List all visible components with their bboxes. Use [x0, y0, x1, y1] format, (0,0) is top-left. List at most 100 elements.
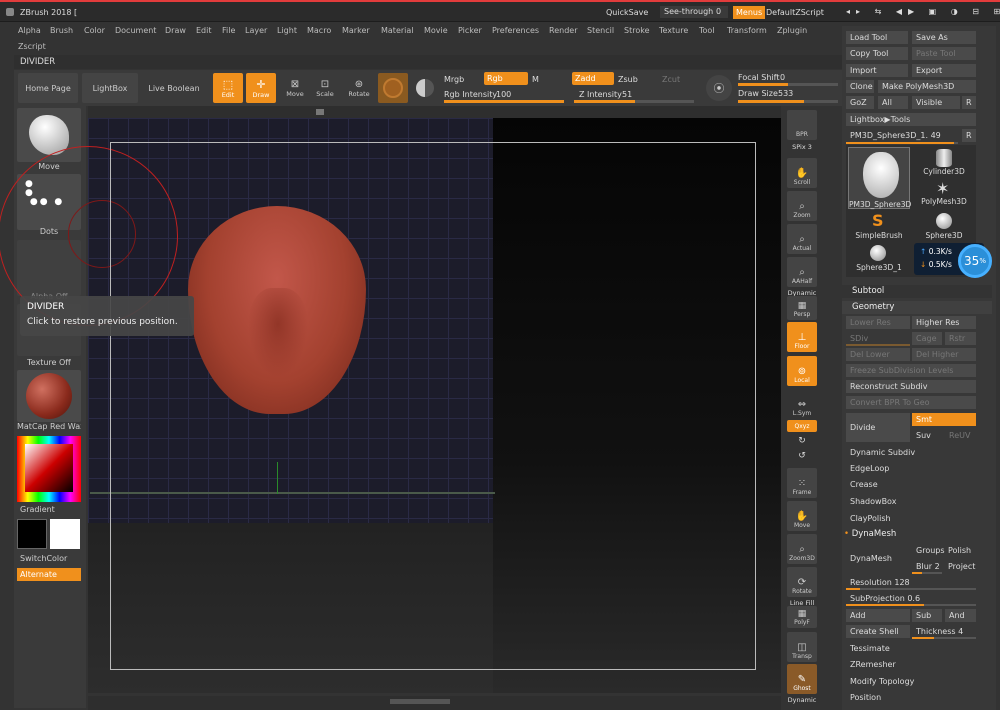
menu-light[interactable]: Light — [277, 26, 297, 35]
zadd-button[interactable]: Zadd — [572, 72, 614, 85]
quicksave-button[interactable]: QuickSave — [606, 8, 648, 17]
thickness-slider-track[interactable] — [912, 637, 976, 639]
suv-toggle[interactable]: Suv — [912, 429, 942, 442]
add-button[interactable]: Add — [846, 609, 910, 622]
goz-r-button[interactable]: R — [962, 96, 976, 109]
resolution-slider-track[interactable] — [846, 588, 976, 590]
lsym-button[interactable]: ⇔ L.Sym — [787, 389, 817, 419]
menu-marker[interactable]: Marker — [342, 26, 370, 35]
move-view-button[interactable]: ✋ Move — [787, 501, 817, 531]
menu-tool[interactable]: Tool — [699, 26, 715, 35]
secondary-color-swatch[interactable] — [50, 519, 80, 549]
polish-toggle[interactable]: Polish — [944, 544, 976, 557]
menu-brush[interactable]: Brush — [50, 26, 73, 35]
groups-toggle[interactable]: Groups — [912, 544, 946, 557]
menu-file[interactable]: File — [222, 26, 235, 35]
thumb-simplebrush[interactable]: S SimpleBrush — [848, 211, 910, 241]
bottom-divider-handle[interactable] — [390, 699, 450, 704]
primary-color-swatch[interactable] — [17, 519, 47, 549]
persp-button[interactable]: ▦ Persp — [787, 296, 817, 320]
sdiv-slider-track[interactable] — [846, 344, 910, 346]
floor-button[interactable]: ⊥ Floor — [787, 322, 817, 352]
claypolish-header[interactable]: ClayPolish — [846, 512, 976, 525]
frame-button[interactable]: ⁙ Frame — [787, 468, 817, 498]
home-page-button[interactable]: Home Page — [18, 73, 78, 103]
menus-toggle[interactable]: Menus — [733, 6, 766, 19]
rgb-intensity-slider[interactable] — [444, 100, 564, 103]
lazy-mouse-button[interactable]: ⦿ — [706, 75, 732, 101]
zsub-button[interactable]: Zsub — [618, 75, 638, 84]
cage-button[interactable]: Cage — [912, 332, 942, 345]
lightbox-button[interactable]: LightBox — [82, 73, 138, 103]
position-header[interactable]: Position — [846, 691, 976, 704]
save-as-button[interactable]: Save As — [912, 31, 976, 44]
reconstruct-subdiv-button[interactable]: Reconstruct Subdiv — [846, 380, 976, 393]
reuv-button[interactable]: ReUV — [945, 429, 976, 442]
dynamesh-button[interactable]: DynaMesh — [846, 544, 910, 573]
scroll-button[interactable]: ✋ Scroll — [787, 158, 817, 188]
z-intensity-slider[interactable] — [574, 100, 694, 103]
load-tool-button[interactable]: Load Tool — [846, 31, 908, 44]
transp-button[interactable]: ◫ Transp — [787, 632, 817, 662]
sub-button[interactable]: Sub — [912, 609, 942, 622]
blur-slider-track[interactable] — [912, 572, 942, 574]
polyf-button[interactable]: ▦ PolyF — [787, 606, 817, 628]
clone-button[interactable]: Clone — [846, 80, 874, 93]
default-zscript-button[interactable]: DefaultZScript — [766, 8, 824, 17]
subtool-header[interactable]: Subtool — [842, 285, 992, 298]
edgeloop-header[interactable]: EdgeLoop — [846, 462, 976, 475]
seethrough-slider[interactable]: See-through 0 — [660, 6, 728, 18]
goz-button[interactable]: GoZ — [846, 96, 874, 109]
menu-movie[interactable]: Movie — [424, 26, 448, 35]
freeze-subdivision-button[interactable]: Freeze SubDivision Levels — [846, 364, 976, 377]
menu-macro[interactable]: Macro — [307, 26, 331, 35]
edit-button[interactable]: ⬚ Edit — [213, 73, 243, 103]
local-button[interactable]: ⊚ Local — [787, 356, 817, 386]
rgb-button[interactable]: Rgb — [484, 72, 528, 85]
lightbox-tools-button[interactable]: Lightbox▶Tools — [846, 113, 976, 126]
current-tool-slider[interactable]: PM3D_Sphere3D_1. 49 — [846, 129, 958, 142]
menu-material[interactable]: Material — [381, 26, 414, 35]
menu-draw[interactable]: Draw — [165, 26, 186, 35]
menu-texture[interactable]: Texture — [659, 26, 688, 35]
smt-toggle[interactable]: Smt — [912, 413, 976, 426]
menu-layer[interactable]: Layer — [245, 26, 267, 35]
live-boolean-button[interactable]: Live Boolean — [144, 73, 204, 103]
menu-stencil[interactable]: Stencil — [587, 26, 614, 35]
make-polymesh-button[interactable]: Make PolyMesh3D — [878, 80, 976, 93]
color-square[interactable] — [25, 444, 73, 492]
zcut-button[interactable]: Zcut — [662, 75, 680, 84]
menu-render[interactable]: Render — [549, 26, 577, 35]
thumb-pm3d-sphere[interactable]: PM3D_Sphere3D — [848, 147, 911, 209]
menu-alpha[interactable]: Alpha — [18, 26, 41, 35]
actual-button[interactable]: ⌕ Actual — [787, 224, 817, 254]
alternate-button[interactable]: Alternate — [17, 568, 81, 581]
paste-tool-button[interactable]: Paste Tool — [912, 47, 976, 60]
bpr-button[interactable]: BPR — [787, 110, 817, 140]
current-tool-r-button[interactable]: R — [962, 129, 976, 142]
divide-button[interactable]: Divide — [846, 413, 910, 442]
rotate-button[interactable]: ⊛ Rotate — [344, 73, 374, 103]
ghost-button[interactable]: ✎ Ghost — [787, 664, 817, 694]
switch-color-button[interactable]: SwitchColor — [20, 554, 84, 563]
m-button[interactable]: M — [532, 75, 539, 84]
rotate-view-button[interactable]: ⟳ Rotate — [787, 567, 817, 597]
crease-header[interactable]: Crease — [846, 478, 976, 491]
draw-button[interactable]: ✛ Draw — [246, 73, 276, 103]
mrgb-button[interactable]: Mrgb — [444, 75, 464, 84]
focal-shift-slider[interactable] — [738, 83, 838, 86]
rstr-button[interactable]: Rstr — [945, 332, 976, 345]
menu-picker[interactable]: Picker — [458, 26, 482, 35]
del-lower-button[interactable]: Del Lower — [846, 348, 910, 361]
rotate-y-icon[interactable]: ↻ — [784, 436, 820, 446]
zoom3d-button[interactable]: ⌕ Zoom3D — [787, 534, 817, 564]
menu-preferences[interactable]: Preferences — [492, 26, 539, 35]
qxyz-button[interactable]: Qxyz — [787, 420, 817, 432]
thumb-sphere3d[interactable]: Sphere3D — [914, 211, 974, 241]
menu-zscript[interactable]: Zscript — [18, 42, 46, 51]
copy-tool-button[interactable]: Copy Tool — [846, 47, 908, 60]
viewport-scroll-handle[interactable] — [316, 109, 324, 115]
menu-edit[interactable]: Edit — [196, 26, 212, 35]
goz-all-button[interactable]: All — [878, 96, 908, 109]
higher-res-button[interactable]: Higher Res — [912, 316, 976, 329]
